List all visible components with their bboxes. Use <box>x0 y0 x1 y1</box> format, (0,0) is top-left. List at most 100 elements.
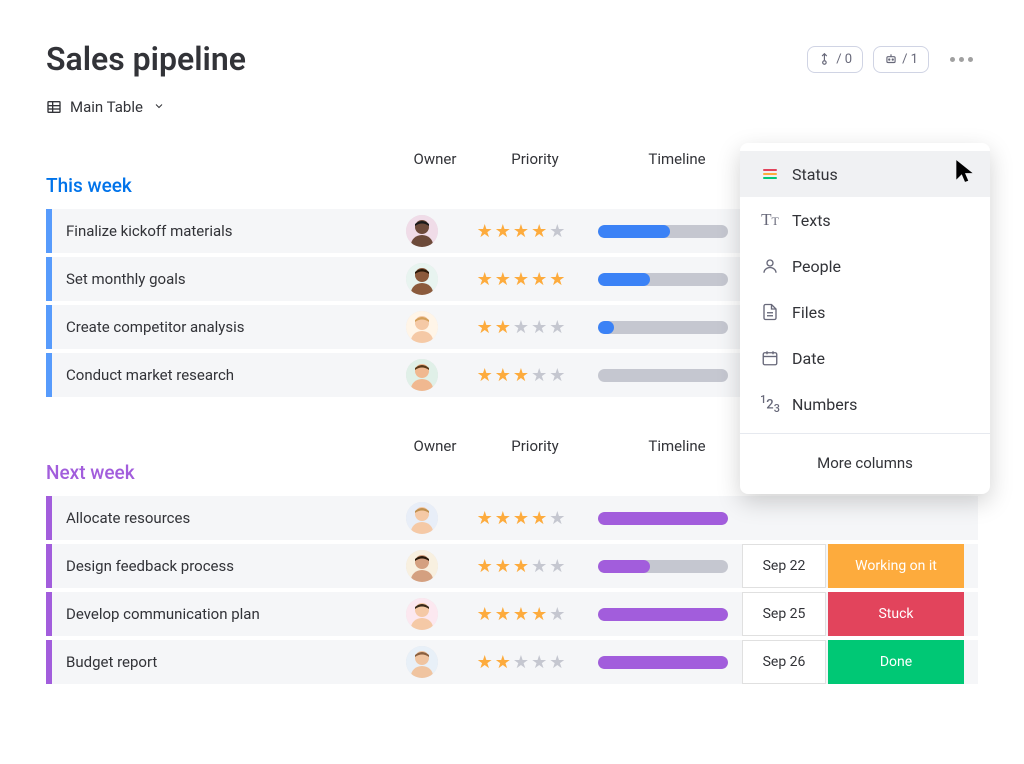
timeline-cell[interactable] <box>586 305 740 349</box>
timeline-cell[interactable] <box>586 209 740 253</box>
task-name[interactable]: Create competitor analysis <box>52 318 386 336</box>
star-icon: ★ <box>495 604 511 625</box>
progress-bar <box>598 656 728 669</box>
owner-cell[interactable] <box>388 353 456 397</box>
task-name[interactable]: Set monthly goals <box>52 270 386 288</box>
owner-cell[interactable] <box>388 209 456 253</box>
star-icon: ★ <box>531 652 547 673</box>
star-icon: ★ <box>513 365 529 386</box>
star-icon: ★ <box>549 604 565 625</box>
star-icon: ★ <box>477 604 493 625</box>
column-header-timeline[interactable]: Timeline <box>599 437 755 455</box>
column-header-priority[interactable]: Priority <box>471 437 599 455</box>
integrations-count: / 0 <box>836 52 852 67</box>
more-columns-button[interactable]: More columns <box>740 440 990 486</box>
menu-divider <box>740 433 990 434</box>
star-icon: ★ <box>549 221 565 242</box>
star-icon: ★ <box>513 269 529 290</box>
status-icon <box>763 169 777 179</box>
owner-cell[interactable] <box>388 640 456 684</box>
avatar[interactable] <box>406 550 438 582</box>
column-header-priority[interactable]: Priority <box>471 150 599 168</box>
status-cell[interactable]: Done <box>828 640 964 684</box>
timeline-cell[interactable] <box>586 640 740 684</box>
avatar[interactable] <box>406 359 438 391</box>
menu-item-texts[interactable]: TT Texts <box>740 197 990 243</box>
date-icon <box>761 349 779 367</box>
star-icon: ★ <box>513 221 529 242</box>
progress-bar <box>598 273 728 286</box>
numbers-icon: 123 <box>760 393 780 415</box>
table-row[interactable]: Budget report ★★★★★ Sep 26 Done <box>46 640 978 684</box>
avatar[interactable] <box>406 598 438 630</box>
priority-cell[interactable]: ★★★★★ <box>458 592 584 636</box>
integration-icon <box>818 52 832 66</box>
star-icon: ★ <box>531 508 547 529</box>
table-row[interactable]: Develop communication plan ★★★★★ Sep 25 … <box>46 592 978 636</box>
owner-cell[interactable] <box>388 496 456 540</box>
priority-cell[interactable]: ★★★★★ <box>458 544 584 588</box>
column-type-menu[interactable]: Status TT Texts People Files Date 123 Nu… <box>740 143 990 494</box>
status-cell[interactable]: Working on it <box>828 544 964 588</box>
priority-cell[interactable]: ★★★★★ <box>458 305 584 349</box>
owner-cell[interactable] <box>388 592 456 636</box>
more-options-button[interactable] <box>945 52 978 67</box>
menu-item-label: Files <box>792 303 825 322</box>
timeline-cell[interactable] <box>586 544 740 588</box>
avatar[interactable] <box>406 311 438 343</box>
column-header-owner[interactable]: Owner <box>399 437 471 455</box>
menu-item-people[interactable]: People <box>740 243 990 289</box>
menu-item-date[interactable]: Date <box>740 335 990 381</box>
star-icon: ★ <box>531 269 547 290</box>
timeline-cell[interactable] <box>586 353 740 397</box>
table-row[interactable]: Design feedback process ★★★★★ Sep 22 Wor… <box>46 544 978 588</box>
integrations-badge[interactable]: / 0 <box>807 46 863 73</box>
menu-item-status[interactable]: Status <box>740 151 990 197</box>
avatar[interactable] <box>406 215 438 247</box>
star-icon: ★ <box>549 556 565 577</box>
star-icon: ★ <box>549 269 565 290</box>
timeline-cell[interactable] <box>586 496 740 540</box>
menu-item-files[interactable]: Files <box>740 289 990 335</box>
view-selector[interactable]: Main Table <box>46 96 978 118</box>
owner-cell[interactable] <box>388 305 456 349</box>
status-cell[interactable] <box>828 496 964 540</box>
owner-cell[interactable] <box>388 544 456 588</box>
date-cell[interactable]: Sep 22 <box>742 544 826 588</box>
date-cell[interactable]: Sep 25 <box>742 592 826 636</box>
table-row[interactable]: Allocate resources ★★★★★ <box>46 496 978 540</box>
timeline-cell[interactable] <box>586 592 740 636</box>
priority-cell[interactable]: ★★★★★ <box>458 496 584 540</box>
column-header-owner[interactable]: Owner <box>399 150 471 168</box>
timeline-cell[interactable] <box>586 257 740 301</box>
task-name[interactable]: Conduct market research <box>52 366 386 384</box>
star-icon: ★ <box>495 269 511 290</box>
task-name[interactable]: Budget report <box>52 653 386 671</box>
avatar[interactable] <box>406 646 438 678</box>
task-name[interactable]: Develop communication plan <box>52 605 386 623</box>
automations-badge[interactable]: / 1 <box>873 46 929 73</box>
task-name[interactable]: Design feedback process <box>52 557 386 575</box>
priority-cell[interactable]: ★★★★★ <box>458 257 584 301</box>
menu-item-numbers[interactable]: 123 Numbers <box>740 381 990 427</box>
date-cell[interactable]: Sep 26 <box>742 640 826 684</box>
owner-cell[interactable] <box>388 257 456 301</box>
priority-cell[interactable]: ★★★★★ <box>458 640 584 684</box>
progress-bar <box>598 512 728 525</box>
automation-icon <box>884 52 898 66</box>
star-icon: ★ <box>495 221 511 242</box>
task-name[interactable]: Finalize kickoff materials <box>52 222 386 240</box>
priority-cell[interactable]: ★★★★★ <box>458 209 584 253</box>
status-cell[interactable]: Stuck <box>828 592 964 636</box>
avatar[interactable] <box>406 502 438 534</box>
task-name[interactable]: Allocate resources <box>52 509 386 527</box>
star-icon: ★ <box>477 317 493 338</box>
date-cell[interactable] <box>742 496 826 540</box>
avatar[interactable] <box>406 263 438 295</box>
star-icon: ★ <box>513 652 529 673</box>
star-icon: ★ <box>513 508 529 529</box>
star-icon: ★ <box>495 652 511 673</box>
column-header-timeline[interactable]: Timeline <box>599 150 755 168</box>
star-icon: ★ <box>477 221 493 242</box>
priority-cell[interactable]: ★★★★★ <box>458 353 584 397</box>
